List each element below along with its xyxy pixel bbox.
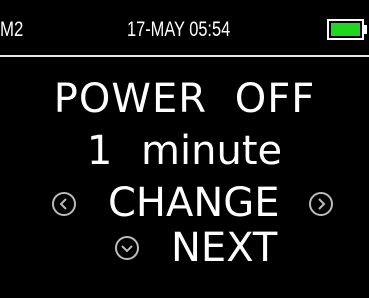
change-label: CHANGE (108, 180, 280, 226)
battery-level (331, 23, 360, 36)
device-screen: M2 17-MAY 05:54 POWER OFF 1 minute CHANG… (0, 0, 369, 298)
chevron-left-icon[interactable] (52, 192, 76, 216)
screen-title: POWER OFF (53, 76, 316, 122)
chevron-right-icon[interactable] (309, 192, 333, 216)
battery-tip (364, 25, 367, 34)
mode-indicator: M2 (0, 18, 24, 41)
change-control[interactable]: CHANGE (0, 180, 369, 226)
next-control[interactable]: NEXT (0, 225, 369, 271)
battery-icon (327, 19, 364, 40)
power-off-timeout-value: 1 minute (86, 128, 283, 174)
status-bar: M2 17-MAY 05:54 (0, 0, 369, 57)
date-time: 17-MAY 05:54 (127, 18, 231, 41)
next-label: NEXT (171, 225, 278, 271)
chevron-down-icon[interactable] (115, 236, 139, 260)
